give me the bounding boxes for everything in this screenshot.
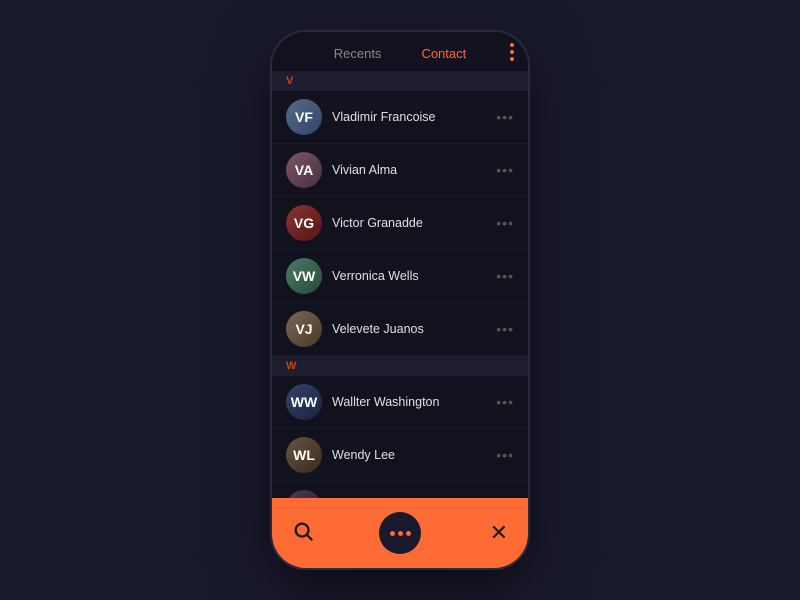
more-dots-wallter[interactable]: •••	[496, 394, 514, 410]
nav-more-button[interactable]	[510, 43, 514, 61]
avatar-welly: WH	[286, 490, 322, 498]
more-dots-victor[interactable]: •••	[496, 215, 514, 231]
avatar-wallter: WW	[286, 384, 322, 420]
contact-item-wendy[interactable]: WL Wendy Lee•••	[272, 429, 528, 482]
contact-name-wallter: Wallter Washington	[332, 395, 496, 409]
contact-item-verronica[interactable]: VW Verronica Wells•••	[272, 250, 528, 303]
section-header-v: V	[272, 71, 528, 91]
contact-name-victor: Victor Granadde	[332, 216, 496, 230]
more-dots-velevete[interactable]: •••	[496, 321, 514, 337]
contact-name-wendy: Wendy Lee	[332, 448, 496, 462]
close-button[interactable]: ✕	[490, 522, 508, 544]
dot-2	[510, 50, 514, 54]
contact-item-vivian[interactable]: VA Vivian Alma•••	[272, 144, 528, 197]
contact-item-velevete[interactable]: VJ Velevete Juanos•••	[272, 303, 528, 356]
tab-contact[interactable]: Contact	[421, 46, 466, 61]
contact-item-victor[interactable]: VG Victor Granadde•••	[272, 197, 528, 250]
contact-item-wallter[interactable]: WW Wallter Washington•••	[272, 376, 528, 429]
avatar-vladimir: VF	[286, 99, 322, 135]
more-dots-vladimir[interactable]: •••	[496, 109, 514, 125]
avatar-verronica: VW	[286, 258, 322, 294]
contact-item-welly[interactable]: WHWelly Hansberg•••	[272, 482, 528, 498]
contact-name-vivian: Vivian Alma	[332, 163, 496, 177]
search-icon	[292, 520, 314, 542]
dot-3	[510, 57, 514, 61]
contact-list: VVFVladimir Francoise•••VAVivian Alma•••…	[272, 71, 528, 498]
dot-b	[398, 531, 403, 536]
phone-shell: Recents Contact VVFVladimir Francoise•••…	[270, 30, 530, 570]
center-more-button[interactable]	[379, 512, 421, 554]
bottom-bar: ✕	[272, 498, 528, 568]
more-dots-vivian[interactable]: •••	[496, 162, 514, 178]
avatar-wendy: WL	[286, 437, 322, 473]
more-dots-verronica[interactable]: •••	[496, 268, 514, 284]
contact-item-vladimir[interactable]: VF Vladimir Francoise•••	[272, 91, 528, 144]
dot-1	[510, 43, 514, 47]
dot-a	[390, 531, 395, 536]
avatar-vivian: VA	[286, 152, 322, 188]
search-button[interactable]	[292, 520, 314, 547]
avatar-velevete: VJ	[286, 311, 322, 347]
tab-recents[interactable]: Recents	[334, 46, 382, 61]
contact-name-velevete: Velevete Juanos	[332, 322, 496, 336]
contact-name-vladimir: Vladimir Francoise	[332, 110, 496, 124]
avatar-victor: VG	[286, 205, 322, 241]
section-header-w: W	[272, 356, 528, 376]
contact-name-verronica: Verronica Wells	[332, 269, 496, 283]
more-dots-wendy[interactable]: •••	[496, 447, 514, 463]
dot-c	[406, 531, 411, 536]
top-nav: Recents Contact	[272, 32, 528, 71]
